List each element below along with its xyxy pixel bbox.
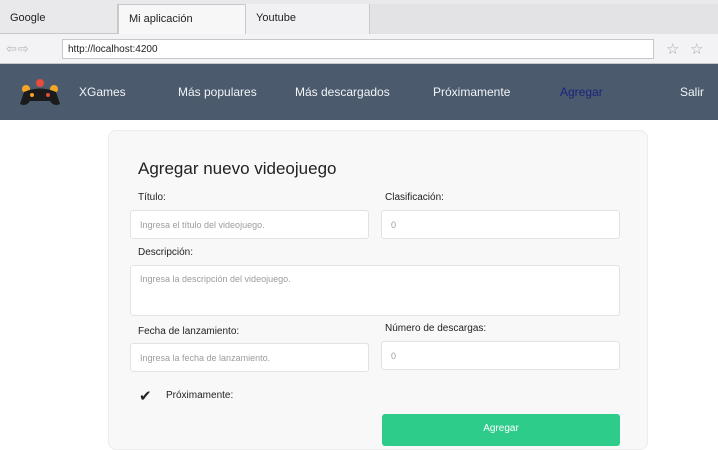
bookmark-star-icon[interactable]: ☆: [666, 40, 679, 58]
back-forward-arrows-icon[interactable]: ⇦⇨: [6, 41, 30, 57]
nav-link-mas-populares[interactable]: Más populares: [178, 85, 257, 99]
browser-address-bar: ⇦⇨ ☆ ☆: [0, 34, 718, 64]
browser-tab-google[interactable]: Google: [0, 4, 118, 34]
browser-tab-mi-aplicacion[interactable]: Mi aplicación: [118, 4, 246, 34]
proximamente-checkbox-label: Próximamente:: [166, 390, 234, 401]
game-controller-logo-icon[interactable]: [18, 76, 62, 108]
nav-link-agregar[interactable]: Agregar: [560, 85, 603, 99]
nav-brand-xgames[interactable]: XGames: [79, 85, 126, 99]
agregar-submit-button[interactable]: Agregar: [382, 414, 620, 446]
nav-link-mas-descargados[interactable]: Más descargados: [295, 85, 390, 99]
descripcion-textarea[interactable]: [130, 265, 620, 316]
app-navbar: XGames Más populares Más descargados Pró…: [0, 64, 718, 120]
descripcion-label: Descripción:: [138, 247, 194, 258]
numero-descargas-label: Número de descargas:: [385, 323, 487, 334]
nav-link-proximamente[interactable]: Próximamente: [433, 85, 510, 99]
form-title: Agregar nuevo videojuego: [138, 159, 337, 178]
titulo-label: Título:: [138, 192, 166, 203]
url-input[interactable]: [62, 39, 654, 59]
favorites-star-icon[interactable]: ☆: [690, 40, 703, 58]
tab-bar-empty-area: [370, 4, 718, 34]
fecha-lanzamiento-input[interactable]: [130, 343, 369, 372]
clasificacion-label: Clasificación:: [385, 192, 444, 203]
titulo-input[interactable]: [130, 210, 369, 239]
proximamente-checkbox-checkmark-icon[interactable]: ✔: [139, 387, 152, 405]
nav-link-salir[interactable]: Salir: [680, 85, 704, 99]
browser-tab-youtube[interactable]: Youtube: [246, 4, 370, 34]
clasificacion-input[interactable]: [381, 210, 620, 239]
browser-tab-bar: Google Mi aplicación Youtube: [0, 0, 718, 34]
fecha-lanzamiento-label: Fecha de lanzamiento:: [138, 326, 240, 337]
numero-descargas-input[interactable]: [381, 341, 620, 370]
